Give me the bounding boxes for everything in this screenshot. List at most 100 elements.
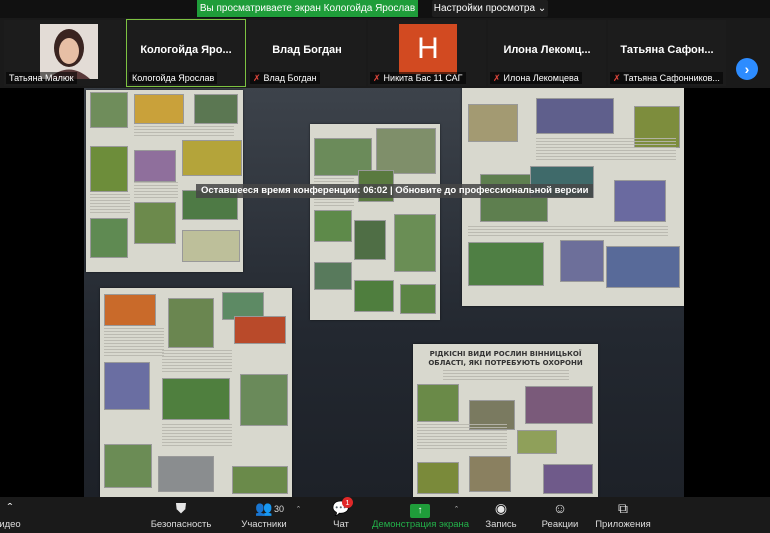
shared-screen: РІДКІСНІ ВИДИ РОСЛИН ВІННИЦЬКОЇ ОБЛАСТІ,… (0, 88, 770, 497)
text-block (536, 138, 676, 160)
plant-photo (104, 444, 152, 488)
video-caret-icon: ˆ (7, 500, 13, 516)
participant-label: Кологойда Ярослав (129, 72, 218, 84)
plant-photo (417, 462, 459, 494)
plant-photo (232, 466, 288, 494)
video-button[interactable]: ˆ идео (0, 499, 30, 530)
participants-strip: Татьяна Малюк Кологойда Яро... Кологойда… (0, 18, 770, 88)
video-label: идео (0, 519, 21, 530)
plant-photo (234, 316, 286, 344)
participant-tile-malyuk[interactable]: Татьяна Малюк (4, 20, 122, 86)
plant-photo (560, 240, 604, 282)
apps-icon: ⧉ (618, 500, 628, 516)
participant-name: Татьяна Сафон... (620, 44, 714, 56)
reactions-icon: ☺ (552, 500, 568, 516)
text-block (443, 370, 569, 380)
plant-photo (400, 284, 436, 314)
participant-tile-kologoyda[interactable]: Кологойда Яро... Кологойда Ярослав (126, 19, 246, 87)
plant-photo (517, 430, 557, 454)
plant-photo (417, 384, 459, 422)
meeting-toolbar: ˆ идео ⛊ Безопасность 👥 Участники 30 ˆ 💬… (0, 497, 770, 533)
plant-photo (134, 202, 176, 244)
participant-name: Влад Богдан (272, 44, 342, 56)
record-label: Запись (485, 519, 517, 530)
plant-photo (394, 214, 436, 272)
text-block (162, 424, 232, 448)
plant-photo (376, 128, 436, 174)
top-banner: Вы просматриваете экран Кологойда Яросла… (0, 0, 770, 18)
chat-badge: 1 (342, 497, 353, 508)
record-button[interactable]: ◉ Запись (484, 499, 518, 530)
apps-label: Приложения (595, 519, 651, 530)
text-block (134, 126, 234, 138)
poster-rare-plants: РІДКІСНІ ВИДИ РОСЛИН ВІННИЦЬКОЇ ОБЛАСТІ,… (413, 344, 598, 497)
plant-photo (194, 94, 238, 124)
text-block (104, 328, 164, 358)
plant-photo (182, 230, 240, 262)
participant-tile-bogdan[interactable]: Влад Богдан ✗ Влад Богдан (248, 20, 366, 86)
participant-photo (40, 24, 98, 79)
participants-count: 30 (274, 504, 285, 514)
participant-name: Кологойда Яро... (140, 44, 232, 56)
next-participants-button[interactable]: › (736, 58, 758, 80)
text-block (417, 424, 507, 450)
participant-label: ✗ Татьяна Сафонников... (610, 72, 723, 84)
plant-photo (468, 242, 544, 286)
plant-photo (104, 294, 156, 326)
participant-label: Татьяна Малюк (6, 72, 77, 84)
poster-plants-2 (310, 124, 440, 320)
plant-photo (182, 140, 242, 176)
share-caret-icon[interactable]: ˆ (455, 505, 458, 515)
share-screen-label: Демонстрация экрана (372, 519, 470, 530)
plant-photo (90, 146, 128, 192)
plant-photo (168, 298, 214, 348)
plant-photo (134, 150, 176, 182)
mic-muted-icon: ✗ (373, 73, 381, 83)
plant-photo (314, 210, 352, 242)
poster-plants-4 (100, 288, 292, 497)
poster-title: РІДКІСНІ ВИДИ РОСЛИН ВІННИЦЬКОЇ ОБЛАСТІ,… (428, 350, 583, 367)
text-block (134, 182, 178, 198)
plant-photo (525, 386, 593, 424)
mic-muted-icon: ✗ (613, 73, 621, 83)
participants-label: Участники (241, 519, 287, 530)
share-screen-icon: ↑ (372, 499, 468, 518)
plant-photo (543, 464, 593, 494)
apps-button[interactable]: ⧉ Приложения (594, 499, 652, 530)
participant-tile-safonnikova[interactable]: Татьяна Сафон... ✗ Татьяна Сафонников... (608, 20, 726, 86)
participant-avatar: H (399, 24, 457, 74)
plant-photo (90, 218, 128, 258)
chat-label: Чат (333, 519, 349, 530)
plant-photo (469, 456, 511, 492)
participant-tile-bas[interactable]: H ✗ Никита Бас 11 САГ (368, 20, 486, 86)
plant-photo (606, 246, 680, 288)
text-block (90, 194, 130, 214)
poster-plants-1 (86, 90, 243, 272)
participants-caret-icon[interactable]: ˆ (297, 505, 300, 515)
plant-photo (134, 94, 184, 124)
participant-label: ✗ Влад Богдан (250, 72, 320, 84)
plant-photo (162, 378, 230, 420)
security-button[interactable]: ⛊ Безопасность (148, 499, 214, 530)
plant-photo (158, 456, 214, 492)
chat-button[interactable]: 💬 1 Чат (324, 497, 358, 530)
plant-photo (354, 280, 394, 312)
time-remaining-notice[interactable]: Оставшееся время конференции: 06:02 | Об… (196, 184, 594, 198)
mic-muted-icon: ✗ (493, 73, 501, 83)
plant-photo (90, 92, 128, 128)
presentation-slide: РІДКІСНІ ВИДИ РОСЛИН ВІННИЦЬКОЇ ОБЛАСТІ,… (84, 88, 684, 497)
reactions-button[interactable]: ☺ Реакции (540, 499, 580, 530)
plant-photo (240, 374, 288, 426)
plant-photo (536, 98, 614, 134)
participant-name: Илона Лекомц... (503, 44, 591, 56)
mic-muted-icon: ✗ (253, 73, 261, 83)
plant-photo (354, 220, 386, 260)
security-label: Безопасность (150, 519, 212, 530)
shield-icon: ⛊ (175, 500, 187, 516)
participant-tile-lekomtseva[interactable]: Илона Лекомц... ✗ Илона Лекомцева (488, 20, 606, 86)
participant-label: ✗ Илона Лекомцева (490, 72, 582, 84)
view-options-button[interactable]: Настройки просмотра ⌄ (432, 0, 548, 17)
share-screen-button[interactable]: ↑ Демонстрация экрана (372, 499, 470, 530)
participant-label: ✗ Никита Бас 11 САГ (370, 72, 466, 84)
plant-photo (614, 180, 666, 222)
